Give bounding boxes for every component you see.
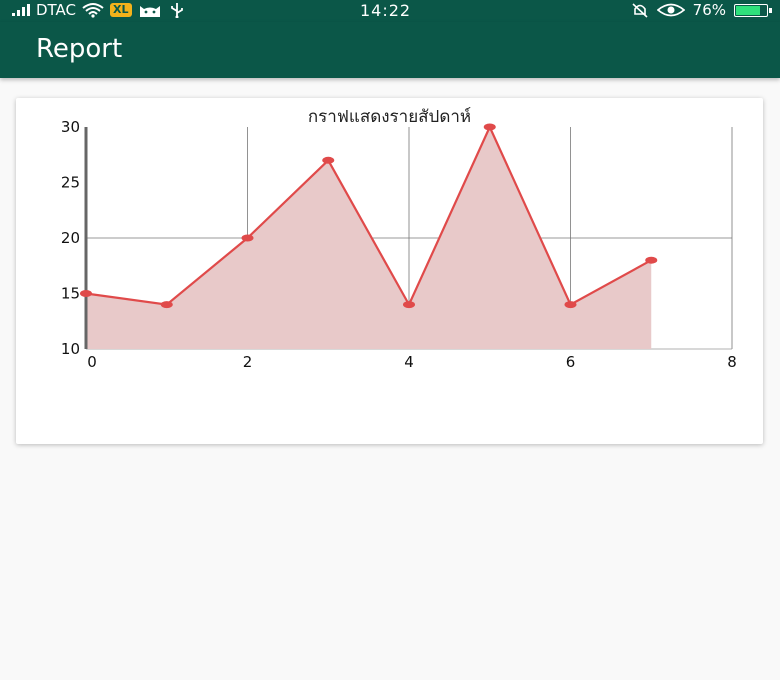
signal-icon (12, 4, 30, 16)
clock: 14:22 (360, 1, 412, 20)
eye-icon (656, 3, 685, 17)
wifi-icon (82, 3, 104, 18)
data-point (160, 301, 173, 309)
data-point (645, 256, 658, 264)
area-chart: 10 15 20 25 30 0 2 4 6 8 (61, 118, 737, 371)
app-bar: Report (0, 22, 780, 78)
y-tick-label: 20 (61, 229, 80, 247)
page-title: Report (36, 34, 123, 64)
chart-card: กราฟแสดงรายสัปดาห์ 10 15 20 25 30 0 2 4 6 8 (16, 98, 763, 444)
x-tick-label: 0 (87, 353, 97, 371)
x-tick-label: 2 (243, 353, 253, 371)
x-tick-label: 6 (566, 353, 576, 371)
x-tick-label: 8 (727, 353, 737, 371)
y-tick-label: 10 (61, 340, 80, 358)
y-tick-label: 30 (61, 118, 80, 136)
data-point (483, 123, 496, 131)
y-tick-label: 15 (61, 285, 80, 303)
battery-icon (734, 3, 772, 17)
usb-icon (170, 3, 183, 18)
carrier-badge: XL (110, 3, 132, 17)
bell-muted-icon (632, 3, 648, 18)
data-point (80, 290, 92, 297)
data-point (403, 301, 415, 309)
data-point (241, 234, 254, 242)
battery-text: 76% (692, 1, 726, 19)
data-point (564, 301, 577, 309)
battery-level (736, 5, 761, 15)
y-tick-label: 25 (61, 174, 80, 192)
x-tick-label: 4 (404, 353, 414, 371)
cat-icon (139, 6, 160, 17)
status-bar: DTAC XL 14:22 76% (0, 0, 780, 22)
data-point (322, 156, 335, 164)
carrier-label: DTAC (36, 1, 77, 19)
